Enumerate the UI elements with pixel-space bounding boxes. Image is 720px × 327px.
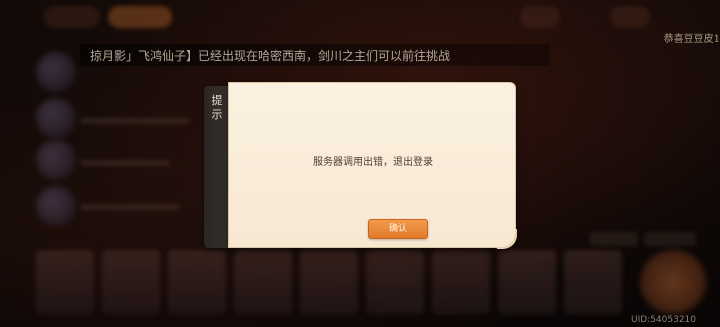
- confirm-button[interactable]: 确认: [368, 219, 428, 239]
- dialog-message: 服务器调用出错，退出登录: [313, 157, 433, 168]
- dialog-body: 服务器调用出错，退出登录 确认: [228, 82, 517, 249]
- dialog-spine: 提示: [204, 86, 230, 248]
- alert-dialog: 提示 服务器调用出错，退出登录 确认: [204, 82, 517, 249]
- game-scene: 掠月影」飞鸿仙子】已经出现在哈密西南，剑川之主们可以前往挑战 恭喜豆豆皮1 UI…: [0, 0, 720, 327]
- dialog-title: 提示: [211, 94, 223, 121]
